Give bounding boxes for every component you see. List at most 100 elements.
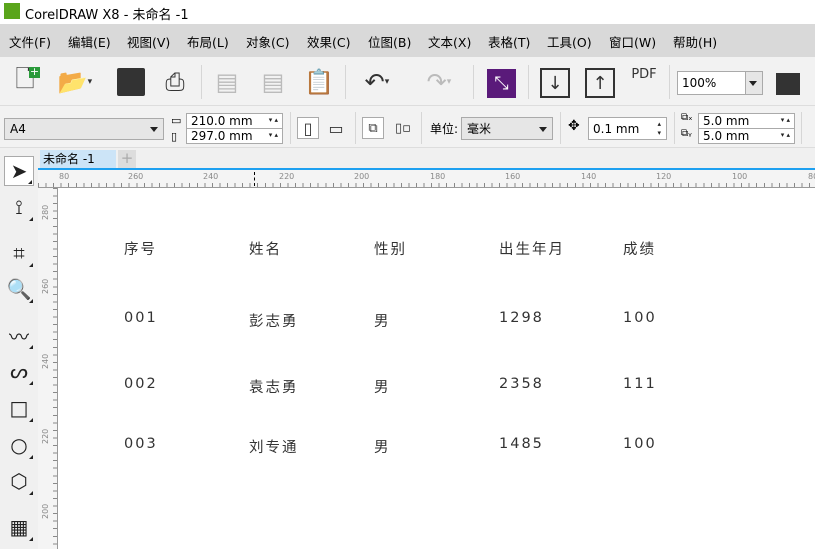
ellipse-tool-icon[interactable]: ○ (4, 430, 34, 460)
paste-icon[interactable]: 📋 (302, 65, 336, 99)
header-cell[interactable]: 序号 (124, 238, 157, 259)
landscape-icon[interactable]: ▭ (325, 117, 347, 139)
page-size-select[interactable]: A4 (4, 118, 164, 140)
import-icon[interactable]: ↓ (540, 68, 570, 98)
table-cell[interactable]: 男 (374, 376, 391, 397)
full-screen-icon[interactable] (772, 69, 804, 99)
duplicate-x-value: 5.0 mm (703, 114, 750, 128)
menu-layout[interactable]: 布局(L) (187, 32, 229, 51)
table-cell[interactable]: 袁志勇 (249, 376, 299, 397)
open-icon[interactable]: 📂 ▾ (52, 65, 98, 99)
portrait-icon[interactable]: ▯ (297, 117, 319, 139)
page-height-input[interactable]: 297.0 mm ▾ ▴ (186, 128, 283, 144)
table-cell[interactable]: 100 (623, 436, 657, 452)
save-icon[interactable] (114, 65, 148, 99)
publish-pdf-icon[interactable]: PDF (627, 67, 661, 99)
zoom-tool-icon[interactable]: 🔍 (4, 274, 34, 304)
ruler-label: 80 (59, 172, 70, 181)
page-width-value: 210.0 mm (191, 114, 253, 128)
ruler-label: 280 (41, 204, 50, 220)
header-cell[interactable]: 出生年月 (499, 238, 565, 259)
menu-window[interactable]: 窗口(W) (609, 32, 656, 51)
menu-tools[interactable]: 工具(O) (547, 32, 592, 51)
page-height-value: 297.0 mm (191, 129, 253, 143)
menu-bar: 文件(F) 编辑(E) 视图(V) 布局(L) 对象(C) 效果(C) 位图(B… (0, 24, 815, 57)
redo-icon[interactable]: ↷ ▾ (414, 65, 464, 99)
current-page-icon[interactable]: ▯▫ (392, 117, 414, 139)
ruler-label: 200 (41, 503, 50, 519)
page-width-icon: ▭ (171, 114, 182, 127)
add-tab-button[interactable]: + (118, 150, 136, 168)
menu-text[interactable]: 文本(X) (428, 32, 471, 51)
header-cell[interactable]: 姓名 (249, 238, 282, 259)
zoom-level-select[interactable]: 100% (677, 71, 763, 95)
page-height-icon: ▯ (171, 130, 178, 143)
ruler-label: 240 (203, 172, 219, 181)
table-cell[interactable]: 1298 (499, 310, 544, 326)
table-cell[interactable]: 003 (124, 436, 158, 452)
artistic-media-tool-icon[interactable]: ᔕ (4, 356, 34, 386)
shape-tool-icon[interactable]: ⟟ (4, 192, 34, 222)
rectangle-tool-icon[interactable]: □ (4, 393, 34, 423)
pdf-label: PDF (631, 67, 657, 82)
duplicate-y-value: 5.0 mm (703, 129, 750, 143)
page-width-input[interactable]: 210.0 mm ▾ ▴ (186, 113, 283, 129)
page-size-value: A4 (10, 122, 26, 136)
copy-icon[interactable]: ▤ (256, 65, 290, 99)
title-bar: CorelDRAW X8 - 未命名 -1 (0, 0, 815, 24)
menu-edit[interactable]: 编辑(E) (68, 32, 111, 51)
header-cell[interactable]: 性别 (374, 238, 407, 259)
import-export-icon[interactable]: ⤡ (487, 69, 516, 98)
table-cell[interactable]: 2358 (499, 376, 544, 392)
export-icon[interactable]: ↑ (585, 68, 615, 98)
polygon-tool-icon[interactable]: ⬡ (4, 466, 34, 496)
ruler-label: 260 (128, 172, 144, 181)
duplicate-x-input[interactable]: 5.0 mm ▾ ▴ (698, 113, 795, 129)
table-cell[interactable]: 111 (623, 376, 657, 392)
table-cell[interactable]: 彭志勇 (249, 310, 299, 331)
all-pages-icon[interactable]: ⧉ (362, 117, 384, 139)
table-cell[interactable]: 刘专通 (249, 436, 299, 457)
zoom-value: 100% (682, 76, 717, 90)
table-cell[interactable]: 001 (124, 310, 158, 326)
table-cell[interactable]: 002 (124, 376, 158, 392)
pick-tool-icon[interactable]: ➤ (4, 156, 34, 186)
toolbox: ➤ ⟟ ⌗ 🔍 〰 ᔕ □ ○ ⬡ ▦ (0, 150, 38, 549)
table-tool-icon[interactable]: ▦ (4, 512, 34, 542)
menu-table[interactable]: 表格(T) (488, 32, 530, 51)
print-icon[interactable]: ⎙ (158, 65, 192, 99)
undo-icon[interactable]: ↶ ▾ (352, 65, 402, 99)
drawing-canvas[interactable]: 序号 姓名 性别 出生年月 成绩 001 彭志勇 男 1298 100 002 … (58, 188, 815, 549)
header-cell[interactable]: 成绩 (623, 238, 656, 259)
table-cell[interactable]: 100 (623, 310, 657, 326)
duplicate-y-input[interactable]: 5.0 mm ▾ ▴ (698, 128, 795, 144)
property-bar: A4 ▭ ▯ 210.0 mm ▾ ▴ 297.0 mm ▾ ▴ ▯ ▭ ⧉ ▯▫ … (0, 106, 815, 148)
nudge-distance-input[interactable]: 0.1 mm ▴ ▾ (588, 117, 667, 140)
window-title: CorelDRAW X8 - 未命名 -1 (25, 8, 189, 23)
horizontal-ruler[interactable]: 80 260 240 220 200 180 160 140 120 100 8… (38, 170, 815, 188)
menu-help[interactable]: 帮助(H) (673, 32, 717, 51)
ruler-label: 220 (279, 172, 295, 181)
table-cell[interactable]: 男 (374, 436, 391, 457)
menu-object[interactable]: 对象(C) (246, 32, 289, 51)
crop-tool-icon[interactable]: ⌗ (4, 238, 34, 268)
unit-select[interactable]: 毫米 (461, 117, 553, 140)
menu-effects[interactable]: 效果(C) (307, 32, 350, 51)
new-document-icon[interactable]: 🗋 + (8, 65, 42, 99)
cut-icon[interactable]: ▤ (210, 65, 244, 99)
unit-label: 单位: (430, 122, 459, 136)
ruler-label: 140 (581, 172, 597, 181)
table-cell[interactable]: 1485 (499, 436, 544, 452)
tab-untitled-1[interactable]: 未命名 -1 (40, 150, 116, 168)
vertical-ruler[interactable]: 280 260 240 220 200 (38, 188, 58, 549)
ruler-label: 160 (505, 172, 521, 181)
menu-file[interactable]: 文件(F) (9, 32, 51, 51)
unit-value: 毫米 (467, 122, 492, 136)
menu-bitmaps[interactable]: 位图(B) (368, 32, 411, 51)
ruler-label: 220 (41, 428, 50, 444)
ruler-label: 260 (41, 278, 50, 294)
freehand-tool-icon[interactable]: 〰 (4, 320, 34, 350)
menu-view[interactable]: 视图(V) (127, 32, 170, 51)
nudge-value: 0.1 mm (593, 121, 640, 136)
table-cell[interactable]: 男 (374, 310, 391, 331)
